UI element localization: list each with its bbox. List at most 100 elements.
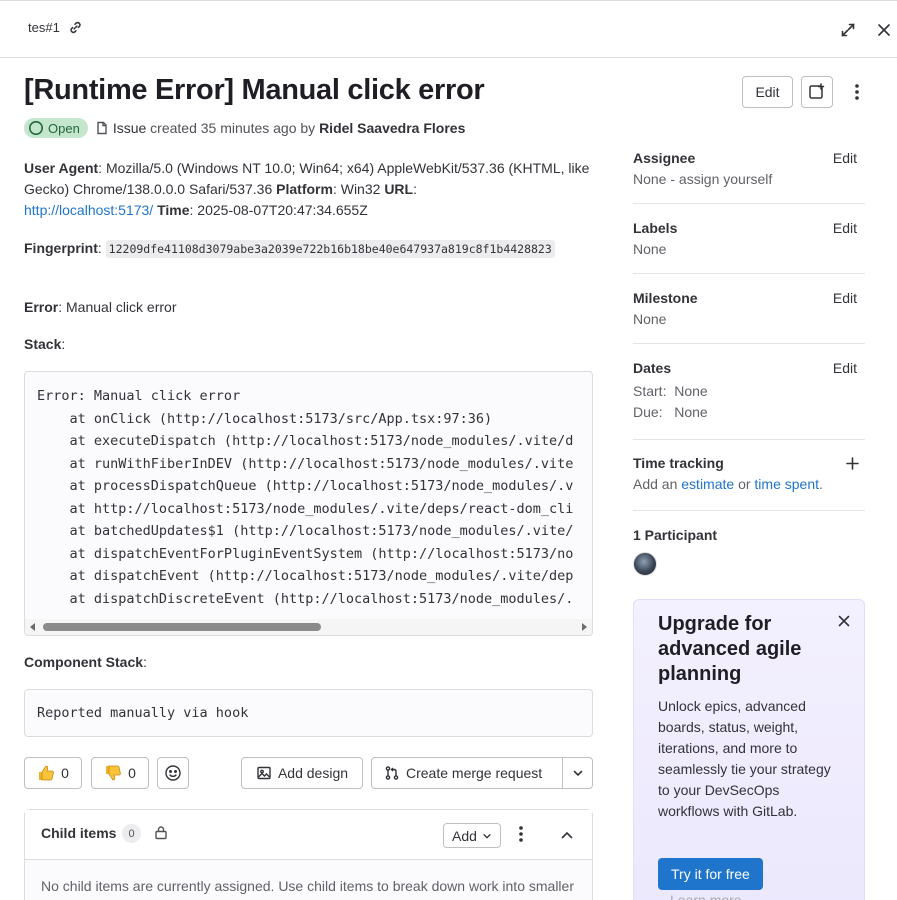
smiley-icon	[165, 765, 181, 781]
platform-label: Platform	[276, 181, 333, 197]
dates-edit-button[interactable]: Edit	[833, 360, 857, 376]
issue-type-icon	[97, 121, 107, 135]
add-design-button[interactable]: Add design	[241, 757, 363, 789]
tt-prefix: Add an	[633, 476, 678, 492]
child-items-empty-state: No child items are currently assigned. U…	[25, 860, 592, 900]
breadcrumb: tes#1	[28, 20, 83, 35]
scrollbar-thumb[interactable]	[43, 623, 321, 631]
expand-icon[interactable]	[837, 19, 859, 41]
sidebar-participants: 1 Participant	[633, 527, 865, 576]
thumbs-down-button[interactable]: 0	[91, 757, 149, 789]
edit-button-label: Edit	[755, 84, 780, 100]
avatar[interactable]	[633, 552, 657, 576]
ua-label: User Agent	[24, 160, 99, 176]
description-fingerprint: Fingerprint: 12209dfe41108d3079abe3a2039…	[24, 237, 594, 261]
drawer-header: tes#1	[0, 0, 897, 58]
new-item-icon	[809, 83, 825, 99]
estimate-link[interactable]: estimate	[681, 476, 734, 492]
learn-more-link[interactable]: Learn more	[670, 892, 742, 900]
promo-title: Upgrade for advanced agile planning	[658, 613, 802, 685]
milestone-title: Milestone	[633, 290, 698, 306]
time-tracking-value: Add an estimate or time spent.	[633, 476, 865, 492]
description-error: Error: Manual click error	[24, 297, 594, 318]
more-actions-icon[interactable]	[846, 80, 868, 104]
description-user-agent: User Agent: Mozilla/5.0 (Windows NT 10.0…	[24, 160, 590, 218]
add-time-icon[interactable]	[846, 457, 859, 473]
sidebar-time-tracking: Time tracking Add an estimate or time sp…	[633, 455, 865, 511]
add-child-item-label: Add	[452, 827, 477, 844]
tt-suffix: .	[819, 476, 823, 492]
child-items-count: 0	[122, 824, 141, 843]
lock-icon	[154, 825, 168, 843]
time-value: : 2025-08-07T20:47:34.655Z	[189, 202, 368, 218]
assignee-value[interactable]: None - assign yourself	[633, 171, 865, 187]
author-name[interactable]: Ridel Saavedra Flores	[319, 120, 465, 136]
milestone-value: None	[633, 311, 667, 327]
issue-title: [Runtime Error] Manual click error	[24, 74, 485, 106]
due-value: None	[674, 404, 708, 420]
start-date-row: Start: None	[633, 383, 865, 399]
try-for-free-button[interactable]: Try it for free	[658, 858, 763, 890]
upgrade-promo-card: Upgrade for advanced agile planning Unlo…	[633, 599, 865, 900]
assignee-title: Assignee	[633, 150, 696, 166]
horizontal-scrollbar[interactable]	[25, 619, 592, 635]
create-merge-request-button[interactable]: Create merge request	[371, 757, 593, 789]
thumbs-up-count: 0	[61, 765, 69, 781]
thumbs-down-icon	[106, 765, 121, 781]
issue-type: Issue	[112, 120, 147, 136]
participants-title: 1 Participant	[633, 527, 718, 543]
add-design-label: Add design	[277, 765, 349, 781]
thumbs-up-button[interactable]: 0	[24, 757, 82, 789]
fingerprint-label: Fingerprint	[24, 240, 98, 256]
create-merge-request-label: Create merge request	[406, 765, 543, 781]
new-related-item-button[interactable]	[801, 76, 833, 108]
child-items-more-icon[interactable]	[519, 826, 523, 845]
child-items-header: Child items 0 Add	[25, 810, 592, 860]
component-stack-code-block[interactable]: Reported manually via hook	[24, 689, 593, 737]
chevron-up-icon[interactable]	[560, 828, 574, 845]
merge-request-icon	[385, 766, 399, 780]
assignee-edit-button[interactable]: Edit	[833, 150, 857, 166]
component-stack-value: Reported manually via hook	[37, 705, 249, 721]
add-child-item-dropdown[interactable]: Add	[443, 823, 501, 848]
promo-body: Unlock epics, advanced boards, status, w…	[658, 698, 831, 819]
sidebar-assignee: Assignee Edit None - assign yourself	[633, 150, 865, 204]
labels-title: Labels	[633, 220, 678, 236]
dates-title: Dates	[633, 360, 672, 376]
stack-trace: Error: Manual click error at onClick (ht…	[37, 388, 574, 607]
description-component-stack-heading: Component Stack:	[24, 654, 147, 670]
time-spent-link[interactable]: time spent	[754, 476, 819, 492]
merge-request-dropdown-toggle[interactable]	[562, 757, 593, 789]
status-badge-label: Open	[48, 120, 80, 136]
start-value: None	[674, 383, 708, 399]
stack-label: Stack	[24, 336, 62, 352]
time-tracking-title: Time tracking	[633, 455, 724, 471]
close-icon[interactable]	[873, 19, 895, 41]
copy-link-icon[interactable]	[68, 20, 83, 35]
thumbs-up-icon	[39, 765, 54, 781]
child-items-title: Child items	[41, 825, 117, 841]
fingerprint-value: 12209dfe41108d3079abe3a2039e722b16b18be4…	[105, 240, 555, 258]
issue-meta: Open Issue created 35 minutes ago by Rid…	[24, 118, 465, 138]
edit-button[interactable]: Edit	[742, 76, 793, 108]
milestone-edit-button[interactable]: Edit	[833, 290, 857, 306]
created-text: created 35 minutes ago by	[150, 120, 316, 136]
promo-close-icon[interactable]	[838, 614, 850, 630]
labels-edit-button[interactable]: Edit	[833, 220, 857, 236]
sidebar-milestone: Milestone Edit None	[633, 290, 865, 344]
component-stack-label: Component Stack	[24, 654, 144, 670]
error-label: Error	[24, 299, 59, 315]
issue-reference[interactable]: tes#1	[28, 20, 60, 35]
thumbs-down-count: 0	[128, 765, 136, 781]
labels-value: None	[633, 241, 667, 257]
due-date-row: Due: None	[633, 404, 865, 420]
tt-or: or	[738, 476, 751, 492]
status-badge: Open	[24, 118, 88, 138]
child-items-widget: Child items 0 Add No child items are cur…	[24, 809, 593, 900]
sidebar-dates: Dates Edit Start: None Due: None	[633, 360, 865, 440]
url-label: URL	[384, 181, 414, 197]
platform-value: : Win32	[332, 181, 385, 197]
url-link[interactable]: http://localhost:5173/	[24, 202, 153, 218]
add-reaction-button[interactable]	[157, 757, 189, 789]
stack-code-block[interactable]: Error: Manual click error at onClick (ht…	[24, 371, 593, 636]
